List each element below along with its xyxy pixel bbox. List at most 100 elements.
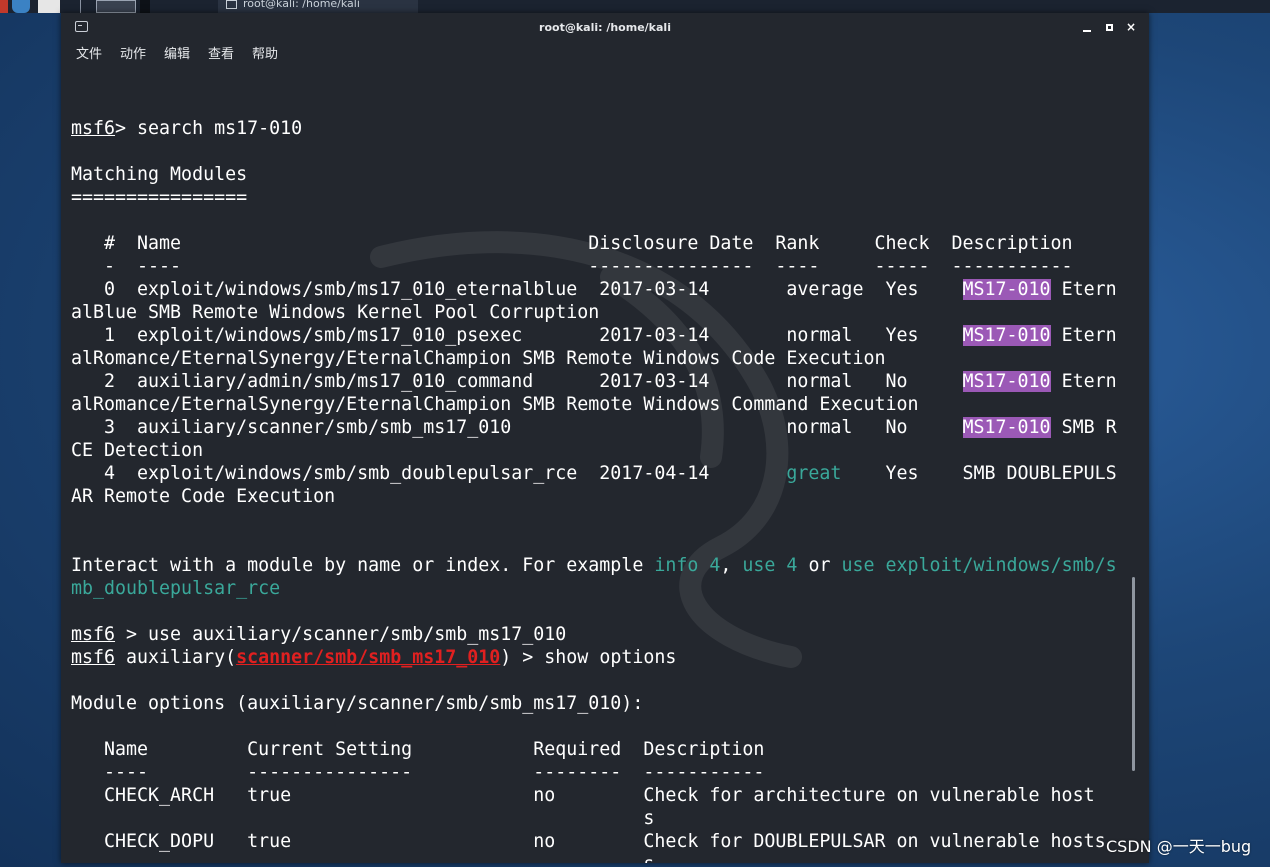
menu-file[interactable]: 文件 (76, 45, 102, 65)
terminal-lines: msf6> search ms17-010 Matching Modules ===… (71, 94, 1117, 863)
terminal-line: CE Detection (71, 439, 1117, 462)
panel-separator (80, 0, 81, 13)
menu-help[interactable]: 帮助 (252, 45, 278, 65)
terminal-line: Module options (auxiliary/scanner/smb/sm… (71, 692, 1117, 715)
terminal-line: CHECK_DOPU true no Check for DOUBLEPULSA… (71, 830, 1117, 853)
terminal-text: 1 exploit/windows/smb/ms17_010_psexec 20… (71, 325, 963, 346)
command-hint: use exploit/windows/smb/s (841, 555, 1117, 576)
search-match-highlight: MS17-010 (962, 417, 1051, 438)
menu-view[interactable]: 查看 (208, 45, 234, 65)
terminal-text: AR Remote Code Execution (71, 486, 336, 507)
minimize-icon (1083, 29, 1091, 32)
window-titlebar[interactable]: root@kali: /home/kali × (61, 13, 1149, 43)
terminal-text: , (720, 555, 743, 576)
command-hint: info 4 (654, 555, 721, 576)
terminal-line: alRomance/EternalSynergy/EternalChampion… (71, 347, 1117, 370)
terminal-text: CHECK_DOPU true no Check for DOUBLEPULSA… (71, 831, 1106, 852)
terminal-text: CHECK_ARCH true no Check for architectur… (71, 785, 1095, 806)
menu-action[interactable]: 动作 (120, 45, 146, 65)
terminal-text: ---- --------------- -------- ----------… (71, 762, 765, 783)
terminal-text: CE Detection (71, 440, 204, 461)
terminal-task-icon (226, 0, 237, 9)
terminal-text: Etern (1050, 325, 1117, 346)
terminal-text: Module options (auxiliary/scanner/smb/sm… (71, 693, 644, 714)
terminal-text: 0 exploit/windows/smb/ms17_010_eternalbl… (71, 279, 963, 300)
terminal-text: > search ms17-010 (115, 118, 303, 139)
terminal-line: 3 auxiliary/scanner/smb/smb_ms17_010 nor… (71, 416, 1117, 439)
terminal-text: 2 auxiliary/admin/smb/ms17_010_command 2… (71, 371, 963, 392)
command-hint: use 4 (742, 555, 798, 576)
terminal-text: Etern (1050, 279, 1117, 300)
terminal-line: CHECK_ARCH true no Check for architectur… (71, 784, 1117, 807)
terminal-text: Matching Modules (71, 164, 248, 185)
desktop-top-panel: root@kali: /home/kali (0, 0, 1270, 13)
terminal-line: 0 exploit/windows/smb/ms17_010_eternalbl… (71, 278, 1117, 301)
workspace-2-icon[interactable] (140, 0, 150, 13)
terminal-line: msf6> search ms17-010 (71, 117, 1117, 140)
terminal-line: Matching Modules (71, 163, 1117, 186)
terminal-line: 4 exploit/windows/smb/smb_doublepulsar_r… (71, 462, 1117, 485)
terminal-text: Name Current Setting Required Descriptio… (71, 739, 765, 760)
csdn-watermark: CSDN @一天一bug (1106, 837, 1252, 856)
maximize-button[interactable] (1102, 20, 1116, 34)
terminal-text: ) > show options (500, 647, 677, 668)
terminal-text: Interact with a module by name or index.… (71, 555, 655, 576)
terminal-line: mb_doublepulsar_rce (71, 577, 1117, 600)
terminal-text: SMB R (1050, 417, 1117, 438)
terminal-text: ================ (71, 187, 248, 208)
search-match-highlight: MS17-010 (962, 279, 1051, 300)
terminal-text: auxiliary( (115, 647, 237, 668)
app-menu-icon[interactable] (0, 0, 8, 13)
terminal-text: Yes SMB DOUBLEPULS (841, 463, 1117, 484)
terminal-launcher-icon[interactable] (38, 0, 60, 13)
command-hint: great (786, 463, 842, 484)
terminal-text: > use auxiliary/scanner/smb/smb_ms17_010 (115, 624, 567, 645)
terminal-text: or (797, 555, 842, 576)
taskbar-terminal-task[interactable]: root@kali: /home/kali (218, 0, 418, 13)
window-title: root@kali: /home/kali (539, 21, 671, 34)
close-button[interactable]: × (1124, 20, 1138, 34)
terminal-line: s (71, 853, 1117, 863)
terminal-line: msf6 > use auxiliary/scanner/smb/smb_ms1… (71, 623, 1117, 646)
taskbar-task-label: root@kali: /home/kali (243, 0, 360, 10)
terminal-line: AR Remote Code Execution (71, 485, 1117, 508)
terminal-output[interactable]: msf6> search ms17-010 Matching Modules ===… (61, 67, 1149, 863)
terminal-line: ---- --------------- -------- ----------… (71, 761, 1117, 784)
terminal-text: Etern (1050, 371, 1117, 392)
prompt-label: msf6 (71, 624, 116, 645)
terminal-text: alBlue SMB Remote Windows Kernel Pool Co… (71, 302, 600, 323)
menu-edit[interactable]: 编辑 (164, 45, 190, 65)
terminal-scrollbar[interactable] (1132, 577, 1135, 771)
terminal-text: alRomance/EternalSynergy/EternalChampion… (71, 348, 886, 369)
terminal-line: - ---- --------------- ---- ----- ------… (71, 255, 1117, 278)
terminal-line: s (71, 807, 1117, 830)
minimize-button[interactable] (1080, 20, 1094, 34)
module-path: scanner/smb/smb_ms17_010 (236, 647, 501, 668)
terminal-text: s (71, 808, 655, 829)
terminal-text: s (71, 854, 654, 863)
browser-icon[interactable] (12, 0, 30, 13)
search-match-highlight: MS17-010 (962, 371, 1051, 392)
menu-bar: 文件 动作 编辑 查看 帮助 (61, 43, 1149, 67)
terminal-line: ================ (71, 186, 1117, 209)
terminal-window: root@kali: /home/kali × 文件 动作 编辑 查看 帮助 m… (61, 13, 1149, 863)
terminal-line: alRomance/EternalSynergy/EternalChampion… (71, 393, 1117, 416)
terminal-line: alBlue SMB Remote Windows Kernel Pool Co… (71, 301, 1117, 324)
terminal-line: # Name Disclosure Date Rank Check Descri… (71, 232, 1117, 255)
terminal-line: Interact with a module by name or index.… (71, 554, 1117, 577)
command-hint: mb_doublepulsar_rce (71, 578, 281, 599)
maximize-icon (1105, 24, 1113, 31)
workspace-icon[interactable] (96, 0, 136, 13)
terminal-text: 4 exploit/windows/smb/smb_doublepulsar_r… (71, 463, 787, 484)
terminal-text: alRomance/EternalSynergy/EternalChampion… (71, 394, 919, 415)
terminal-line: 1 exploit/windows/smb/ms17_010_psexec 20… (71, 324, 1117, 347)
search-match-highlight: MS17-010 (962, 325, 1051, 346)
terminal-line: Name Current Setting Required Descriptio… (71, 738, 1117, 761)
